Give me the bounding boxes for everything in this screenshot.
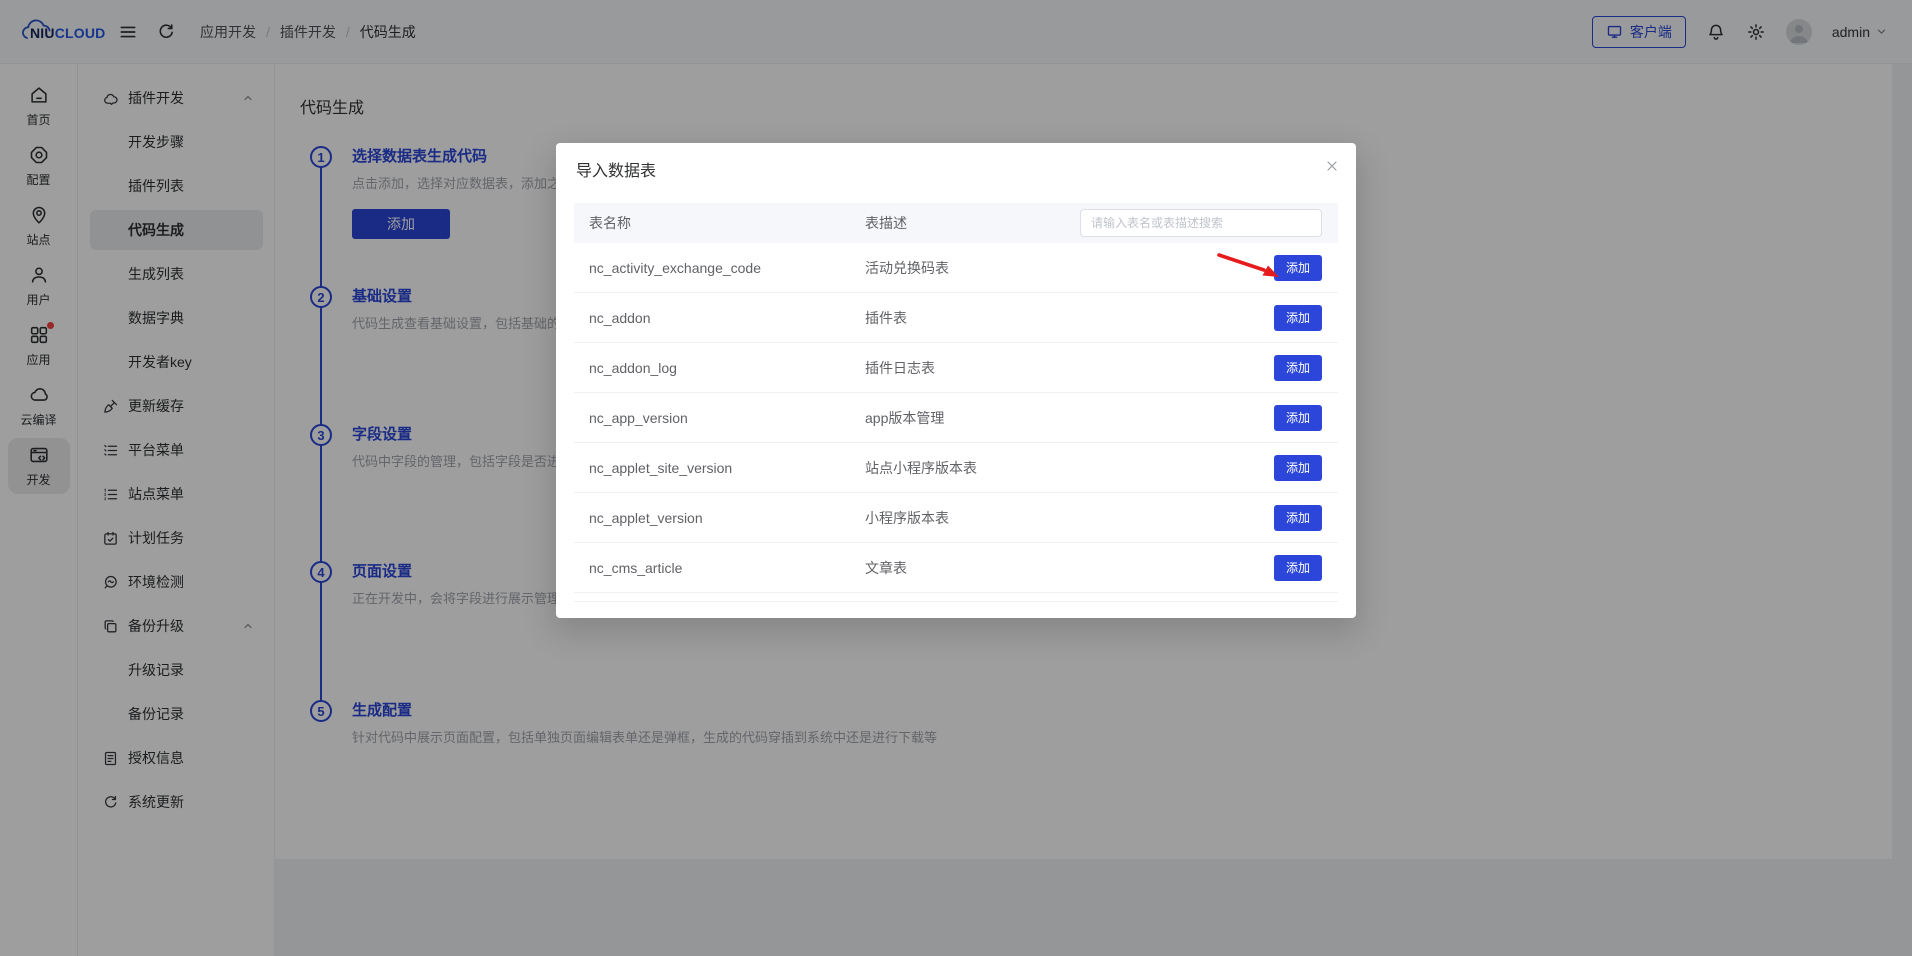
add-button[interactable]: 添加 bbox=[1274, 405, 1322, 431]
search-cell bbox=[1080, 209, 1338, 237]
add-button[interactable]: 添加 bbox=[1274, 255, 1322, 281]
column-header-table-name: 表名称 bbox=[574, 213, 850, 233]
table-row: nc_applet_version 小程序版本表 添加 bbox=[574, 493, 1338, 543]
clipped-table-row bbox=[574, 593, 1338, 602]
add-button[interactable]: 添加 bbox=[1274, 305, 1322, 331]
close-icon[interactable] bbox=[1324, 158, 1340, 174]
tables-list: 表名称 表描述 nc_activity_exchange_code 活动兑换码表… bbox=[574, 203, 1338, 602]
table-name: nc_cms_article bbox=[574, 560, 850, 576]
add-button[interactable]: 添加 bbox=[1274, 555, 1322, 581]
table-name: nc_applet_site_version bbox=[574, 460, 850, 476]
app-screen: NIUCLOUD 应用开发 / 插件开发 / 代码生成 客户端 bbox=[0, 0, 1912, 956]
modal-header: 导入数据表 bbox=[556, 143, 1356, 203]
add-button[interactable]: 添加 bbox=[1274, 355, 1322, 381]
table-row: nc_cms_article 文章表 添加 bbox=[574, 543, 1338, 593]
table-name: nc_addon bbox=[574, 310, 850, 326]
table-name: nc_app_version bbox=[574, 410, 850, 426]
table-name: nc_activity_exchange_code bbox=[574, 260, 850, 276]
table-description: app版本管理 bbox=[850, 408, 1080, 428]
table-name: nc_applet_version bbox=[574, 510, 850, 526]
table-row: nc_applet_site_version 站点小程序版本表 添加 bbox=[574, 443, 1338, 493]
table-description: 插件日志表 bbox=[850, 358, 1080, 378]
table-description: 站点小程序版本表 bbox=[850, 458, 1080, 478]
column-header-table-desc: 表描述 bbox=[850, 213, 1080, 233]
table-description: 插件表 bbox=[850, 308, 1080, 328]
table-name: nc_addon_log bbox=[574, 360, 850, 376]
add-button[interactable]: 添加 bbox=[1274, 455, 1322, 481]
table-header-row: 表名称 表描述 bbox=[574, 203, 1338, 243]
add-button[interactable]: 添加 bbox=[1274, 505, 1322, 531]
search-input[interactable] bbox=[1080, 209, 1322, 237]
table-row: nc_addon 插件表 添加 bbox=[574, 293, 1338, 343]
table-row: nc_activity_exchange_code 活动兑换码表 添加 bbox=[574, 243, 1338, 293]
table-description: 活动兑换码表 bbox=[850, 258, 1080, 278]
table-row: nc_app_version app版本管理 添加 bbox=[574, 393, 1338, 443]
modal-title: 导入数据表 bbox=[576, 161, 1336, 183]
table-description: 小程序版本表 bbox=[850, 508, 1080, 528]
table-row: nc_addon_log 插件日志表 添加 bbox=[574, 343, 1338, 393]
table-description: 文章表 bbox=[850, 558, 1080, 578]
import-table-modal: 导入数据表 表名称 表描述 nc_activity_exchange_code … bbox=[556, 143, 1356, 618]
